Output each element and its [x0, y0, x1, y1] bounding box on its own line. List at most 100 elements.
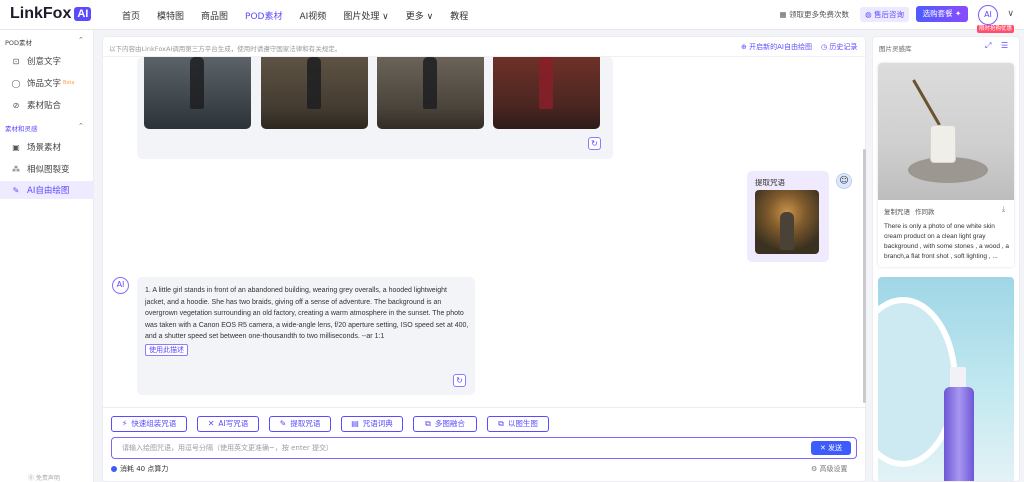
- result-image[interactable]: [377, 57, 484, 129]
- download-icon[interactable]: ⤓: [1002, 205, 1005, 214]
- nav-ai-video[interactable]: AI视频: [300, 9, 327, 22]
- sidebar-item-label: 创意文字: [27, 57, 62, 67]
- coupon-link[interactable]: ▦ 领取更多免费次数: [780, 9, 849, 20]
- history-button[interactable]: ◷ 历史记录: [821, 42, 857, 52]
- sidebar-item-label: 相似图裂变: [27, 165, 70, 175]
- split-icon: ⁂: [12, 164, 20, 174]
- nav-tutorial[interactable]: 教程: [450, 9, 468, 22]
- send-label: 发送: [828, 444, 843, 452]
- figure-shape: [423, 57, 437, 109]
- sidebar-item-ai-draw[interactable]: ✎ AI自由绘图: [0, 181, 94, 199]
- scrollbar[interactable]: [863, 149, 866, 403]
- ai-response: 1. A little girl stands in front of an a…: [137, 277, 475, 395]
- dictionary-button[interactable]: ▤ 咒语词典: [341, 416, 403, 432]
- send-button[interactable]: ✕ 发送: [811, 441, 851, 455]
- use-description-button[interactable]: 使用此描述: [145, 344, 188, 356]
- fit-icon: ⊘: [12, 100, 20, 110]
- chat-icon: ◍: [865, 10, 874, 19]
- nav-pod[interactable]: POD素材: [245, 9, 282, 22]
- make-same-button[interactable]: 作同款: [915, 206, 935, 216]
- disclaimer-link[interactable]: ⓪ 免责声明: [28, 473, 60, 482]
- user-message-title: 提取咒语: [755, 178, 785, 187]
- img2img-button[interactable]: ⧉ 以图生图: [487, 416, 549, 432]
- sidebar-item-similar[interactable]: ⁂ 相似图裂变: [0, 160, 94, 178]
- sidebar-section-inspiration: 素材和灵感: [5, 125, 38, 133]
- bottle-shape: [944, 387, 974, 481]
- advanced-label: 高级设置: [819, 465, 848, 473]
- new-chat-button[interactable]: ⊕ 开启新的AI自由绘图: [741, 42, 812, 52]
- history-label: 历史记录: [829, 43, 858, 51]
- branch-shape: [912, 79, 941, 126]
- response-text: 1. A little girl stands in front of an a…: [145, 287, 469, 340]
- draw-icon: ✎: [12, 185, 20, 195]
- inspiration-panel: 图片灵感库 ⤢ ☰ 复制咒语 作同款 ⤓ There is only a pho…: [872, 36, 1020, 482]
- sidebar-item-label: AI自由绘图: [27, 186, 70, 196]
- jar-shape: [930, 125, 956, 163]
- chevron-up-icon[interactable]: ⌃: [78, 36, 84, 44]
- chevron-down-icon[interactable]: ∨: [1007, 9, 1014, 19]
- user-message: 提取咒语: [747, 171, 829, 262]
- card-description: There is only a photo of one white skin …: [884, 223, 1010, 260]
- package-button[interactable]: 选购套餐 ✦: [916, 6, 968, 22]
- wand-icon: ⚡: [121, 419, 128, 428]
- nav-model[interactable]: 模特图: [157, 9, 184, 22]
- uploaded-image[interactable]: [755, 190, 819, 254]
- tool-label: 咒语词典: [362, 419, 393, 428]
- tool-bar: ⚡ 快速组装咒语 ✕ AI写咒语 ✎ 提取咒语 ▤ 咒语词典 ⧉ 多图融合 ⧉ 以图生图: [103, 407, 867, 437]
- disclaimer-notice: 以下内容由LinkFoxAI调用第三方平台生成，使用时请遵守国家法律和有关规定。: [109, 45, 342, 53]
- tool-label: 提取咒语: [290, 419, 321, 428]
- gear-icon: ⚙: [811, 465, 820, 473]
- result-image[interactable]: [493, 57, 600, 129]
- sidebar-item-material-fit[interactable]: ⊘ 素材贴合: [0, 96, 94, 114]
- nav-more[interactable]: 更多 ∨: [406, 9, 433, 22]
- ai-write-button[interactable]: ✕ AI写咒语: [197, 416, 259, 432]
- dictionary-icon: ▤: [351, 419, 359, 428]
- copy-prompt-button[interactable]: 复制咒语: [884, 206, 910, 216]
- send-icon: ✕: [819, 444, 829, 452]
- result-image[interactable]: [261, 57, 368, 129]
- consult-label: 售后咨询: [874, 10, 904, 19]
- new-chat-label: 开启新的AI自由绘图: [749, 43, 812, 51]
- prompt-input[interactable]: [122, 441, 802, 455]
- refresh-icon[interactable]: ↻: [453, 374, 466, 387]
- extract-icon: ✎: [279, 419, 287, 428]
- refresh-icon[interactable]: ↻: [588, 137, 601, 150]
- sidebar-item-label: 饰品文字: [27, 79, 62, 89]
- inspiration-image[interactable]: [878, 277, 1014, 481]
- sidebar: POD素材 ⌃ ⊡ 创意文字 ◯ 饰品文字 Beta ⊘ 素材贴合 素材和灵感 ⌃ ▣ 场…: [0, 30, 94, 482]
- inspiration-card[interactable]: 复制咒语 作同款 ⤓ There is only a photo of one …: [878, 63, 1014, 267]
- quick-assemble-button[interactable]: ⚡ 快速组装咒语: [111, 416, 187, 432]
- sidebar-item-jewelry-text[interactable]: ◯ 饰品文字 Beta: [0, 74, 94, 92]
- logo[interactable]: LinkFox AI: [10, 4, 92, 24]
- plus-circle-icon: ⊕: [741, 43, 750, 51]
- chevron-up-icon[interactable]: ⌃: [78, 122, 84, 130]
- list-icon[interactable]: ☰: [1001, 41, 1008, 50]
- merge-button[interactable]: ⧉ 多图融合: [413, 416, 477, 432]
- avatar[interactable]: AI: [978, 5, 998, 25]
- sidebar-item-label: 素材贴合: [27, 101, 62, 111]
- extract-button[interactable]: ✎ 提取咒语: [269, 416, 331, 432]
- cost-label: 消耗 40 点算力: [120, 465, 169, 473]
- nav-home[interactable]: 首页: [122, 9, 140, 22]
- result-image[interactable]: [144, 57, 251, 129]
- coupon-label: 领取更多免费次数: [789, 10, 849, 19]
- cost-info: 消耗 40 点算力: [111, 464, 168, 474]
- ring-icon: ◯: [11, 78, 21, 88]
- merge-icon: ⧉: [425, 419, 431, 428]
- sidebar-item-scene[interactable]: ▣ 场景素材: [0, 138, 94, 156]
- consult-button[interactable]: ◍ 售后咨询: [860, 7, 909, 22]
- sidebar-section-pod: POD素材: [5, 39, 33, 47]
- text-icon: ⊡: [12, 56, 20, 66]
- tool-label: 以图生图: [507, 419, 538, 428]
- beta-badge: Beta: [63, 80, 75, 86]
- advanced-settings-button[interactable]: ⚙ 高级设置: [811, 464, 848, 474]
- result-image-card: ↻: [137, 57, 613, 159]
- sidebar-item-creative-text[interactable]: ⊡ 创意文字: [0, 52, 94, 70]
- nav-product[interactable]: 商品图: [201, 9, 228, 22]
- coupon-icon: ▦: [779, 10, 789, 19]
- nav-image-processing[interactable]: 图片处理 ∨: [343, 9, 388, 22]
- inspiration-image[interactable]: [878, 63, 1014, 200]
- logo-badge: AI: [74, 7, 92, 21]
- expand-icon[interactable]: ⤢: [985, 41, 991, 51]
- top-header: LinkFox AI 首页 模特图 商品图 POD素材 AI视频 图片处理 ∨ …: [0, 0, 1024, 33]
